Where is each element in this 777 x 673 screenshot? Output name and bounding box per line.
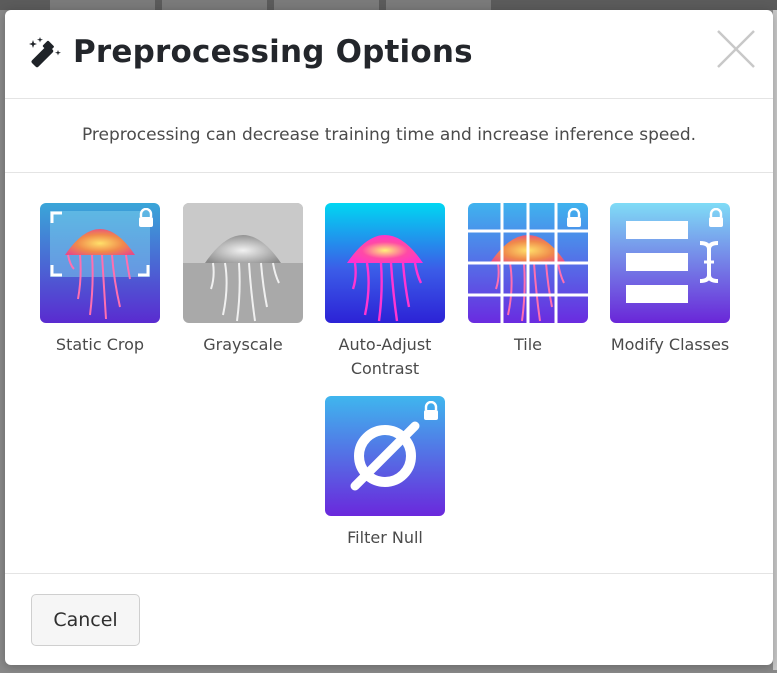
backdrop-thumbnail [386,0,491,10]
cancel-button[interactable]: Cancel [31,594,140,646]
modal-title: Preprocessing Options [73,34,473,70]
modal-header: Preprocessing Options [5,10,773,99]
lock-icon [709,208,723,227]
option-label: Auto-Adjust Contrast [338,335,432,378]
modify-classes-thumbnail [610,203,730,323]
contrast-jellyfish-thumbnail [325,203,445,323]
option-grayscale[interactable]: Grayscale [173,203,313,357]
static-crop-jellyfish-thumbnail [40,203,160,323]
option-label: Tile [513,335,542,354]
options-grid: Static Crop Grayscale Auto-Adjust Contra… [5,173,773,573]
option-auto-adjust-contrast[interactable]: Auto-Adjust Contrast [315,203,455,381]
lock-icon [567,208,581,227]
backdrop-thumbnail [162,0,267,10]
option-label: Modify Classes [610,335,730,354]
option-modify-classes[interactable]: Modify Classes [600,203,740,357]
preprocessing-modal: Preprocessing Options Preprocessing can … [5,10,773,665]
lock-icon [139,208,153,227]
grayscale-jellyfish-thumbnail [183,203,303,323]
option-static-crop[interactable]: Static Crop [30,203,170,357]
option-filter-null[interactable]: Filter Null [315,396,455,550]
subtitle-section: Preprocessing can decrease training time… [5,99,773,173]
lock-icon [424,401,438,420]
modal-subtitle: Preprocessing can decrease training time… [81,125,697,145]
backdrop-thumbnail [50,0,155,10]
backdrop-thumbnail [274,0,379,10]
option-label: Filter Null [347,528,423,547]
tile-jellyfish-thumbnail [468,203,588,323]
option-label: Static Crop [55,335,145,354]
modal-footer: Cancel [5,573,773,665]
close-icon[interactable] [715,28,757,70]
magic-wand-icon [29,37,61,68]
filter-null-thumbnail [325,396,445,516]
backdrop-edge [773,10,777,670]
option-label: Grayscale [203,335,283,354]
option-tile[interactable]: Tile [458,203,598,357]
